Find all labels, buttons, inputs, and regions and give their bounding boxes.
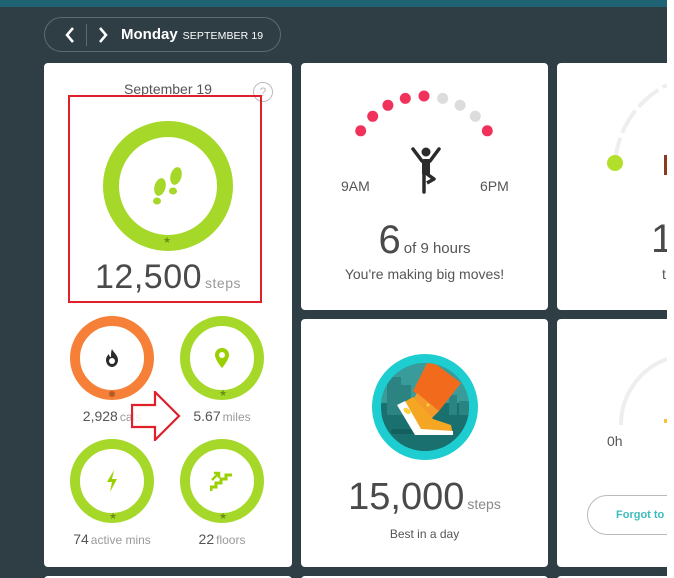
- start-hour-label: 9AM: [341, 178, 370, 194]
- flame-icon: [70, 316, 154, 400]
- active-minutes-unit: active mins: [90, 533, 151, 547]
- hour-dot: [454, 99, 466, 111]
- partial-marker: [664, 155, 667, 175]
- hour-dot: [437, 92, 449, 104]
- floors-stat: 22 floors: [170, 531, 274, 547]
- dashboard: Monday SEPTEMBER 19 September 19 ? ★ 12,…: [0, 0, 667, 578]
- next-day-button[interactable]: [92, 24, 114, 46]
- date-navigator: Monday SEPTEMBER 19: [44, 17, 281, 52]
- goal-star-icon: ★: [219, 388, 228, 398]
- previous-day-button[interactable]: [59, 24, 81, 46]
- sleep-arc: [618, 357, 667, 426]
- badge-steps-value: 15,000: [348, 476, 465, 518]
- badge-steps-unit: steps: [467, 496, 501, 512]
- hour-dot: [355, 125, 367, 137]
- hour-dot: [418, 90, 430, 102]
- divider: [86, 23, 87, 46]
- partial-caption: t: [662, 266, 666, 282]
- floors-value: 22: [198, 531, 215, 547]
- sneaker-badge-icon: [371, 353, 479, 461]
- sleep-marker: [664, 419, 667, 423]
- hour-dot: [399, 92, 411, 104]
- hour-dot: [367, 110, 379, 122]
- goal-progress-dot: [109, 391, 115, 397]
- distance-unit: miles: [222, 410, 251, 424]
- hours-met-count: 6 of 9 hours: [301, 218, 548, 263]
- distance-stat: 5.67 miles: [170, 408, 274, 424]
- progress-arc: [607, 83, 667, 175]
- hours-met-value: 6: [378, 218, 401, 262]
- annotation-arrow-icon: [131, 391, 181, 441]
- top-bar: [0, 0, 667, 7]
- hourly-message: You're making big moves!: [344, 266, 505, 282]
- badge-caption: Best in a day: [389, 527, 460, 541]
- goal-star-icon: ★: [219, 511, 228, 521]
- annotation-highlight-box: [68, 95, 262, 303]
- day-name: Monday: [121, 26, 178, 43]
- zero-hours-label: 0h: [607, 433, 623, 449]
- hours-met-suffix: of 9 hours: [403, 240, 471, 257]
- hour-dot: [469, 110, 481, 122]
- chevron-left-icon: [65, 26, 74, 43]
- partial-value: 1: [651, 217, 667, 261]
- chevron-right-icon: [99, 26, 108, 43]
- progress-start-dot: [607, 155, 623, 171]
- floors-unit: floors: [216, 533, 246, 547]
- forgot-to-log-button[interactable]: Forgot to: [587, 495, 667, 535]
- hour-dot: [382, 99, 394, 111]
- badge-value: 15,000 steps: [301, 476, 548, 519]
- person-tree-pose-icon: [406, 144, 446, 196]
- active-minutes-stat: 74 active mins: [52, 531, 172, 547]
- calories-value: 2,928: [82, 408, 118, 424]
- hour-dot: [481, 125, 493, 137]
- end-hour-label: 6PM: [480, 178, 509, 194]
- active-minutes-value: 74: [73, 531, 89, 547]
- goal-star-icon: ★: [109, 511, 118, 521]
- distance-value: 5.67: [193, 408, 221, 424]
- date-label: SEPTEMBER 19: [182, 29, 264, 42]
